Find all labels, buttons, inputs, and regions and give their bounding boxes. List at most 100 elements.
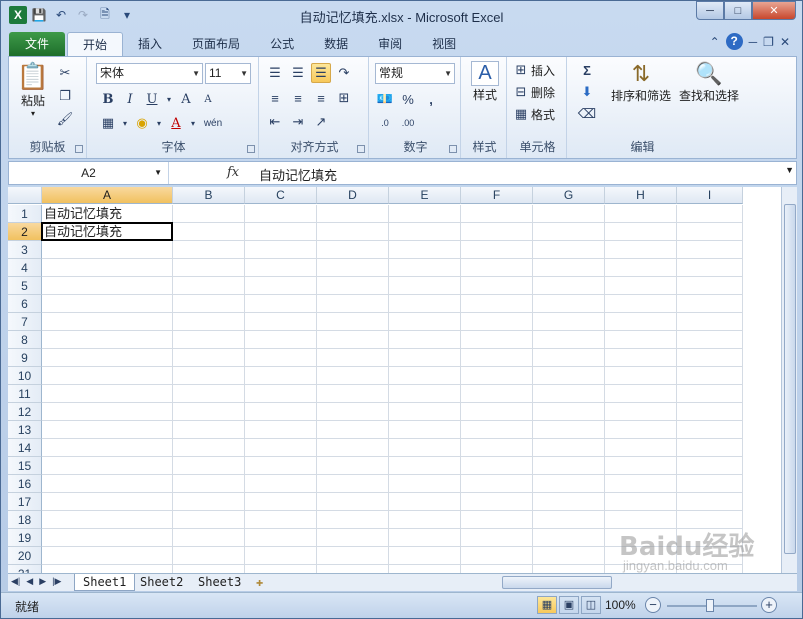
row-header-6[interactable]: 6 — [8, 295, 42, 313]
column-header-c[interactable]: C — [245, 187, 317, 204]
name-box[interactable]: A2 ▼ — [9, 162, 169, 184]
row-header-8[interactable]: 8 — [8, 331, 42, 349]
styles-button[interactable]: A 样式 — [467, 61, 503, 103]
percent-button[interactable]: % — [398, 89, 418, 109]
row-header-5[interactable]: 5 — [8, 277, 42, 295]
row-header-2[interactable]: 2 — [8, 223, 42, 241]
format-cells-button[interactable]: ▦ 格式 — [511, 104, 555, 124]
row-header-17[interactable]: 17 — [8, 493, 42, 511]
decrease-indent-icon[interactable]: ⇤ — [265, 112, 285, 132]
column-header-h[interactable]: H — [605, 187, 677, 204]
prev-sheet-icon[interactable]: ◀ — [26, 576, 33, 587]
font-color-button[interactable]: A — [166, 113, 186, 133]
insert-function-button[interactable]: fx — [227, 165, 239, 180]
row-header-16[interactable]: 16 — [8, 475, 42, 493]
tab-review[interactable]: 审阅 — [363, 32, 417, 56]
formula-input[interactable]: 自动记忆填充 — [259, 165, 337, 184]
borders-icon[interactable]: ▦ — [98, 113, 118, 133]
column-header-e[interactable]: E — [389, 187, 461, 204]
zoom-in-icon[interactable]: + — [761, 597, 777, 613]
italic-button[interactable]: I — [120, 89, 140, 109]
column-header-i[interactable]: I — [677, 187, 743, 204]
column-header-b[interactable]: B — [173, 187, 245, 204]
horizontal-scrollbar[interactable] — [478, 575, 778, 590]
last-sheet-icon[interactable]: |▶ — [52, 576, 61, 587]
row-header-7[interactable]: 7 — [8, 313, 42, 331]
decrease-decimal-icon[interactable]: .00 — [398, 113, 418, 133]
row-header-20[interactable]: 20 — [8, 547, 42, 565]
row-header-12[interactable]: 12 — [8, 403, 42, 421]
font-launcher-icon[interactable] — [247, 145, 255, 153]
fill-color-icon[interactable]: ◉ — [132, 113, 152, 133]
alignment-launcher-icon[interactable] — [357, 145, 365, 153]
zoom-level[interactable]: 100% — [605, 598, 636, 612]
format-painter-button[interactable]: 🖌 — [55, 109, 75, 129]
page-break-view-icon[interactable]: ◫ — [581, 596, 601, 614]
merge-center-icon[interactable]: ⊞ — [334, 88, 354, 108]
next-sheet-icon[interactable]: ▶ — [39, 576, 46, 587]
column-header-g[interactable]: G — [533, 187, 605, 204]
row-header-10[interactable]: 10 — [8, 367, 42, 385]
grow-font-button[interactable]: A — [176, 89, 196, 109]
cut-button[interactable]: ✂ — [55, 63, 75, 83]
row-header-15[interactable]: 15 — [8, 457, 42, 475]
tab-data[interactable]: 数据 — [309, 32, 363, 56]
underline-button[interactable]: U — [142, 89, 162, 109]
underline-dropdown-icon[interactable]: ▾ — [164, 89, 174, 109]
vertical-scroll-thumb[interactable] — [784, 204, 796, 554]
borders-dropdown-icon[interactable]: ▾ — [120, 113, 130, 133]
expand-formula-icon[interactable]: ▼ — [785, 165, 794, 175]
row-header-3[interactable]: 3 — [8, 241, 42, 259]
align-center-icon[interactable]: ≡ — [288, 88, 308, 108]
copy-button[interactable]: ❐ — [55, 86, 75, 106]
row-header-18[interactable]: 18 — [8, 511, 42, 529]
tab-insert[interactable]: 插入 — [123, 32, 177, 56]
doc-minimize-icon[interactable]: ─ — [749, 35, 758, 49]
autosum-button[interactable]: Σ — [577, 60, 597, 80]
zoom-slider-thumb[interactable] — [706, 599, 714, 612]
insert-cells-button[interactable]: ⊞ 插入 — [511, 60, 555, 80]
row-header-1[interactable]: 1 — [8, 205, 42, 223]
worksheet-grid[interactable]: A B C D E F G H I 1 2 3 4 5 6 7 8 9 10 11 12 13 14 15 16 17 18 19 20… — [8, 187, 781, 573]
tab-formulas[interactable]: 公式 — [255, 32, 309, 56]
column-header-d[interactable]: D — [317, 187, 389, 204]
orientation-icon[interactable]: ↗ — [311, 112, 331, 132]
tab-home[interactable]: 开始 — [67, 32, 124, 56]
minimize-button[interactable]: ─ — [696, 1, 724, 20]
font-name-select[interactable]: 宋体 ▼ — [96, 63, 203, 84]
tab-view[interactable]: 视图 — [417, 32, 471, 56]
row-header-9[interactable]: 9 — [8, 349, 42, 367]
sheet-tab-3[interactable]: Sheet3 — [190, 574, 249, 591]
align-middle-icon[interactable]: ☰ — [288, 63, 308, 83]
phonetic-button[interactable]: wén — [200, 113, 226, 133]
horizontal-scroll-thumb[interactable] — [502, 576, 612, 589]
currency-icon[interactable]: 💶 — [375, 89, 395, 109]
clear-button[interactable]: ⌫ — [577, 104, 597, 124]
fill-button[interactable]: ⬇ — [577, 82, 597, 102]
wrap-text-icon[interactable]: ↷ — [334, 63, 354, 83]
doc-close-icon[interactable]: ✕ — [780, 35, 790, 49]
shrink-font-button[interactable]: A — [198, 89, 218, 109]
paste-button[interactable]: 📋 粘贴 ▾ — [15, 61, 51, 118]
increase-indent-icon[interactable]: ⇥ — [288, 112, 308, 132]
column-header-a[interactable]: A — [42, 187, 173, 204]
align-bottom-icon[interactable]: ☰ — [311, 63, 331, 83]
first-sheet-icon[interactable]: ◀| — [11, 576, 20, 587]
tab-page-layout[interactable]: 页面布局 — [177, 32, 255, 56]
page-layout-view-icon[interactable]: ▣ — [559, 596, 579, 614]
vertical-scrollbar[interactable] — [781, 187, 797, 573]
align-left-icon[interactable]: ≡ — [265, 88, 285, 108]
row-header-4[interactable]: 4 — [8, 259, 42, 277]
number-format-select[interactable]: 常规 ▼ — [375, 63, 455, 84]
minimize-ribbon-icon[interactable]: ⌃ — [710, 35, 720, 49]
close-button[interactable]: ✕ — [752, 1, 796, 20]
normal-view-icon[interactable]: ▦ — [537, 596, 557, 614]
delete-cells-button[interactable]: ⊟ 删除 — [511, 82, 555, 102]
font-size-select[interactable]: 11 ▼ — [205, 63, 251, 84]
row-header-19[interactable]: 19 — [8, 529, 42, 547]
number-launcher-icon[interactable] — [449, 145, 457, 153]
select-all-corner[interactable] — [8, 187, 42, 204]
row-header-21[interactable]: 21 — [8, 565, 42, 573]
find-select-button[interactable]: 🔍 查找和选择 — [677, 61, 741, 104]
comma-button[interactable]: , — [421, 89, 441, 109]
